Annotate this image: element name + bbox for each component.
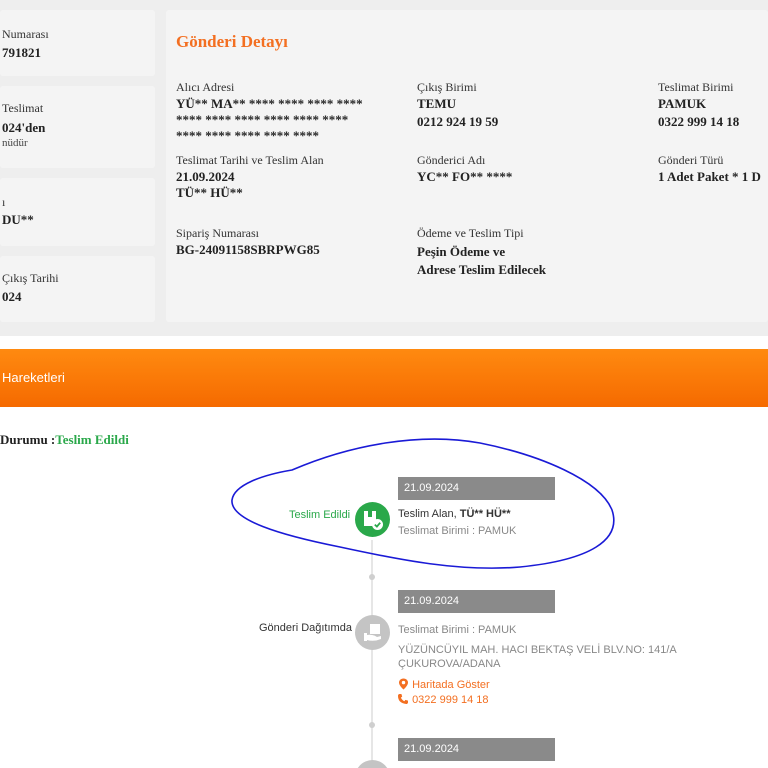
payment-value-line: Peşin Ödeme ve	[417, 244, 506, 259]
movements-header-title: Hareketleri	[2, 370, 65, 385]
exit-unit-label: Çıkış Birimi	[417, 80, 477, 94]
event-address-line: YÜZÜNCÜYIL MAH. HACI BEKTAŞ VELİ BLV.NO:…	[398, 644, 677, 656]
shipment-type-field: Gönderi Türü 1 Adet Paket * 1 D	[658, 153, 761, 185]
delivery-estimate-value: 024'den	[2, 120, 46, 135]
delivery-unit-phone: 0322 999 14 18	[658, 114, 740, 129]
sender-value: YC** FO** ****	[417, 169, 513, 184]
event-receiver-line: Teslim Alan, TÜ** HÜ**	[398, 508, 511, 520]
recipient-address-line: **** **** **** **** ****	[176, 128, 319, 143]
event-name: Teslim Edildi	[289, 509, 351, 521]
sender-label: Gönderici Adı	[417, 153, 486, 167]
detail-title: Gönderi Detayı	[176, 32, 288, 51]
exit-date-card: Çıkış Tarihi 024	[0, 256, 155, 322]
event-date: 21.09.2024	[398, 738, 555, 761]
show-on-map-link[interactable]: Haritada Göster	[398, 678, 490, 693]
delivery-unit-label: Teslimat Birimi	[658, 80, 734, 94]
exit-unit-name: TEMU	[417, 96, 456, 111]
delivery-unit-name: PAMUK	[658, 96, 707, 111]
delivery-date-field: Teslimat Tarihi ve Teslim Alan 21.09.202…	[176, 153, 324, 201]
status-prefix: Durumu :	[0, 432, 56, 447]
received-by-value: TÜ** HÜ**	[176, 185, 243, 200]
movements-header-bar: Hareketleri	[0, 349, 768, 407]
exit-unit-phone: 0212 924 19 59	[417, 114, 499, 129]
event-address-line: ÇUKUROVA/ADANA	[398, 658, 501, 670]
unit-phone-link[interactable]: 0322 999 14 18	[397, 693, 489, 708]
tracking-number-label: Numarası	[2, 27, 49, 41]
tracking-number-card: Numarası 791821	[0, 10, 155, 76]
exit-date-value: 024	[2, 289, 22, 304]
shipment-type-label: Gönderi Türü	[658, 153, 724, 167]
delivery-estimate-sub: nüdür	[2, 137, 28, 149]
event-unit-line: Teslimat Birimi : PAMUK	[398, 525, 517, 537]
sender-field: Gönderici Adı YC** FO** ****	[417, 153, 512, 185]
receiver-name: TÜ** HÜ**	[459, 508, 511, 520]
order-number-field: Sipariş Numarası BG-24091158SBRPWG85	[176, 226, 320, 258]
exit-unit-field: Çıkış Birimi TEMU 0212 924 19 59	[417, 80, 498, 130]
order-number-label: Sipariş Numarası	[176, 226, 259, 240]
delivery-unit-field: Teslimat Birimi PAMUK 0322 999 14 18	[658, 80, 739, 130]
delivery-estimate-card: Teslimat 024'den nüdür	[0, 86, 155, 168]
exit-date-label: Çıkış Tarihi	[2, 271, 59, 285]
shipment-detail-panel: Gönderi Detayı Alıcı Adresi YÜ** MA** **…	[166, 10, 768, 322]
unit-phone-label: 0322 999 14 18	[412, 694, 489, 706]
event-date: 21.09.2024	[398, 590, 555, 613]
phone-icon	[397, 693, 409, 708]
timeline-dot	[369, 722, 375, 728]
timeline-dot	[369, 574, 375, 580]
hand-package-icon	[355, 615, 390, 650]
recipient-address-field: Alıcı Adresi YÜ** MA** **** **** **** **…	[176, 80, 363, 144]
payment-field: Ödeme ve Teslim Tipi Peşin Ödeme ve Adre…	[417, 226, 546, 278]
recipient-address-label: Alıcı Adresi	[176, 80, 235, 94]
event-unit-line: Teslimat Birimi : PAMUK	[398, 624, 517, 636]
shipment-status: Durumu :Teslim Edildi	[0, 432, 129, 448]
payment-label: Ödeme ve Teslim Tipi	[417, 226, 524, 240]
show-on-map-label: Haritada Göster	[412, 679, 490, 691]
recipient-address-line: **** **** **** **** **** ****	[176, 112, 349, 127]
tracking-number-value: 791821	[2, 45, 41, 60]
recipient-address-line: YÜ** MA** **** **** **** ****	[176, 96, 363, 111]
recipient-value: DU**	[2, 212, 34, 227]
event-name: Gönderi Dağıtımda	[259, 622, 352, 634]
shipment-type-value: 1 Adet Paket * 1 D	[658, 169, 761, 184]
event-status-icon	[355, 760, 390, 768]
map-pin-icon	[398, 678, 409, 693]
recipient-label: ı	[2, 195, 6, 209]
delivery-date-value: 21.09.2024	[176, 169, 235, 184]
payment-value-line: Adrese Teslim Edilecek	[417, 262, 547, 277]
order-number-value: BG-24091158SBRPWG85	[176, 242, 320, 257]
status-value: Teslim Edildi	[55, 432, 129, 447]
delivery-date-label: Teslimat Tarihi ve Teslim Alan	[176, 153, 324, 167]
recipient-card: ı DU**	[0, 178, 155, 246]
delivered-package-check-icon	[355, 502, 390, 537]
shipment-summary-area: Numarası 791821 Teslimat 024'den nüdür ı…	[0, 0, 768, 336]
event-date: 21.09.2024	[398, 477, 555, 500]
delivery-estimate-label: Teslimat	[2, 101, 44, 115]
